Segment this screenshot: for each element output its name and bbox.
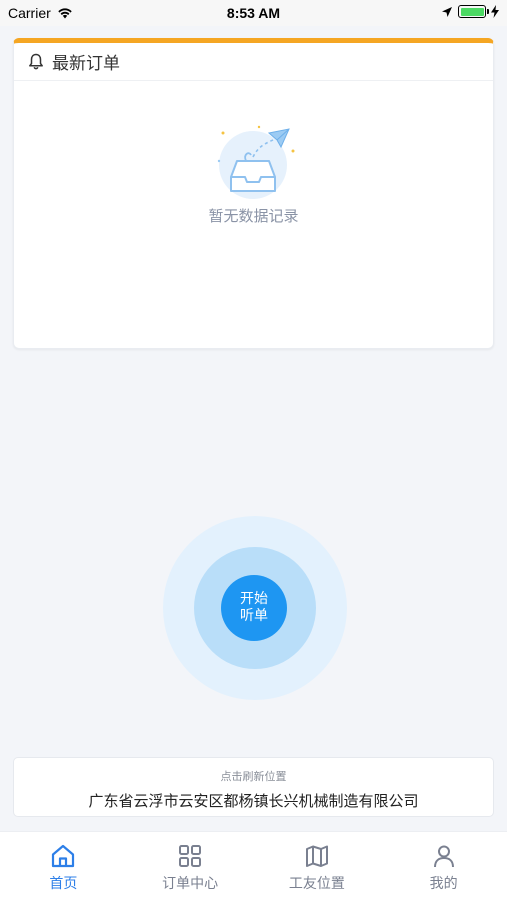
location-arrow-icon bbox=[442, 6, 452, 17]
listen-button-line2: 听单 bbox=[240, 608, 268, 624]
user-icon bbox=[433, 845, 454, 868]
tab-worker-location-label: 工友位置 bbox=[288, 876, 345, 892]
tab-worker-location[interactable]: 工友位置 bbox=[254, 832, 381, 900]
grid-icon bbox=[179, 845, 202, 867]
start-listening-button[interactable]: 开始 听单 bbox=[221, 575, 287, 641]
tab-home-label: 首页 bbox=[49, 876, 78, 892]
status-time: 8:53 AM bbox=[226, 5, 281, 21]
tab-order-center[interactable]: 订单中心 bbox=[127, 832, 254, 900]
current-address: 广东省云浮市云安区都杨镇长兴机械制造有限公司 bbox=[88, 792, 419, 810]
status-right bbox=[441, 5, 499, 18]
tab-order-center-label: 订单中心 bbox=[162, 876, 219, 892]
tab-home[interactable]: 首页 bbox=[0, 832, 127, 900]
tab-mine-label: 我的 bbox=[429, 876, 458, 892]
empty-inbox-icon bbox=[217, 125, 294, 199]
location-card[interactable]: 点击刷新位置 广东省云浮市云安区都杨镇长兴机械制造有限公司 bbox=[13, 757, 494, 817]
battery-fill bbox=[460, 7, 484, 16]
tab-mine[interactable]: 我的 bbox=[380, 832, 507, 900]
latest-orders-card: 最新订单 暂无数据记录 bbox=[13, 38, 494, 349]
bell-icon bbox=[29, 53, 43, 70]
refresh-location-hint: 点击刷新位置 bbox=[220, 770, 287, 783]
battery-icon bbox=[458, 5, 489, 18]
home-icon bbox=[52, 844, 75, 868]
latest-orders-header: 最新订单 bbox=[14, 43, 493, 81]
map-icon bbox=[305, 845, 328, 867]
empty-text: 暂无数据记录 bbox=[208, 207, 299, 225]
empty-state: 暂无数据记录 bbox=[14, 121, 493, 226]
status-bar: Carrier 8:53 AM bbox=[0, 0, 507, 26]
latest-orders-title: 最新订单 bbox=[52, 54, 120, 74]
charging-icon bbox=[491, 5, 499, 18]
tab-bar: 首页 订单中心 工友位置 我的 bbox=[0, 831, 507, 900]
listen-button-line1: 开始 bbox=[240, 591, 268, 607]
